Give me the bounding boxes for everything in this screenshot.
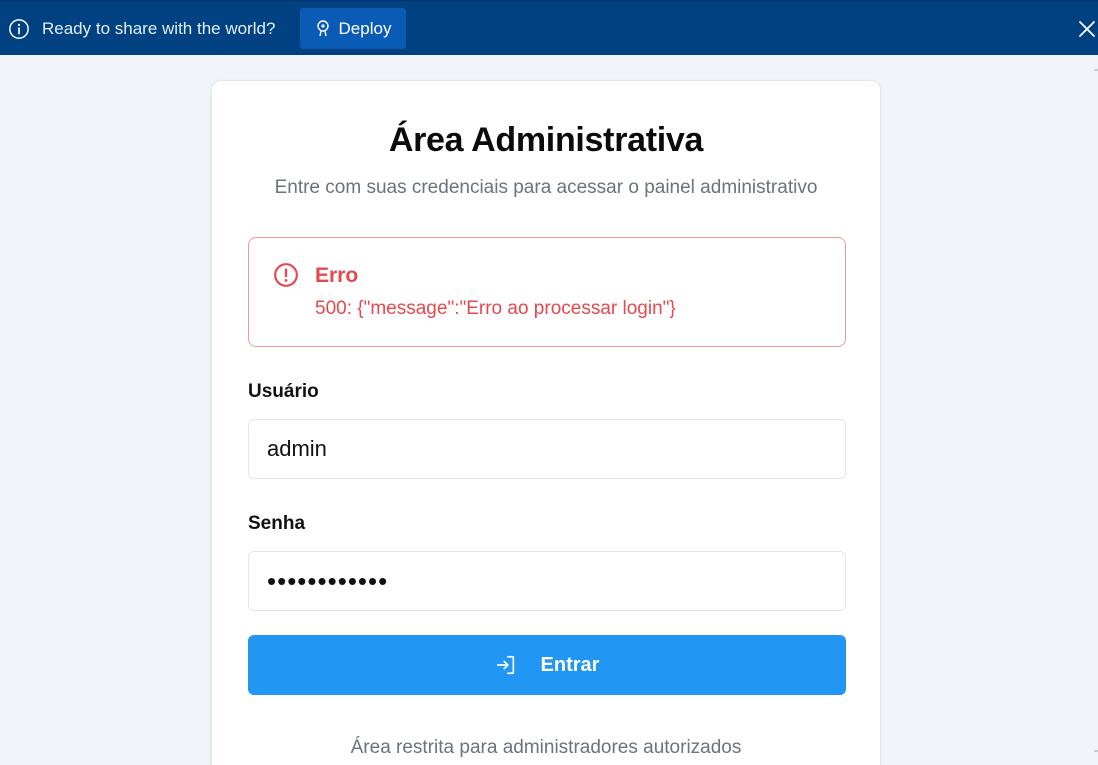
login-card: Área Administrativa Entre com suas crede… [211, 80, 881, 765]
error-message: 500: {"message":"Erro ao processar login… [315, 298, 676, 319]
deploy-button[interactable]: Deploy [300, 8, 406, 49]
login-icon [496, 655, 514, 675]
login-button[interactable]: Entrar [248, 635, 846, 695]
restricted-note: Área restrita para administradores autor… [350, 737, 742, 758]
deploy-banner: Ready to share with the world? Deploy [0, 0, 1098, 55]
error-alert: Erro 500: {"message":"Erro ao processar … [248, 237, 846, 347]
error-title: Erro [315, 264, 359, 287]
alert-circle-icon [274, 263, 298, 287]
page-title: Área Administrativa [388, 121, 704, 159]
password-input[interactable] [248, 551, 846, 611]
deploy-button-label: Deploy [338, 18, 392, 38]
close-icon[interactable] [1078, 20, 1096, 38]
login-button-label: Entrar [540, 653, 600, 676]
deploy-icon [316, 19, 329, 36]
username-input[interactable] [248, 419, 846, 479]
password-label: Senha [248, 513, 306, 534]
info-icon [9, 19, 29, 39]
scrollbar[interactable] [1092, 55, 1098, 765]
username-label: Usuário [248, 381, 319, 402]
banner-message: Ready to share with the world? [42, 19, 276, 38]
page-subtitle: Entre com suas credenciais para acessar … [274, 177, 818, 198]
